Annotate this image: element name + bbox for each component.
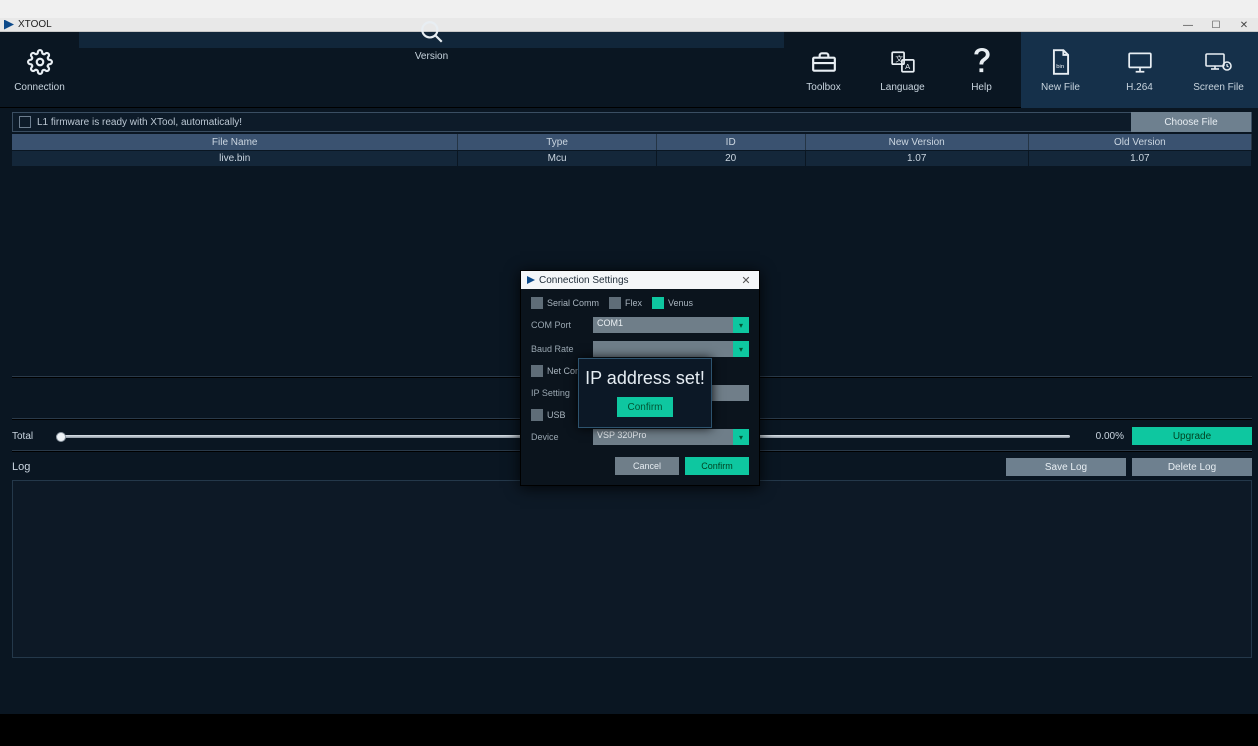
dialog-confirm-button[interactable]: Confirm: [685, 457, 749, 475]
device-label: Device: [531, 432, 587, 442]
window-close-button[interactable]: ✕: [1230, 18, 1258, 32]
app-title: XTOOL: [18, 19, 52, 30]
app-logo-icon: [4, 20, 14, 30]
flex-checkbox[interactable]: Flex: [609, 297, 642, 309]
ip-set-message: IP address set!: [585, 367, 705, 389]
com-port-label: COM Port: [531, 320, 587, 330]
chevron-down-icon: ▾: [733, 317, 749, 333]
dialog-logo-icon: [527, 276, 535, 284]
device-select[interactable]: VSP 320Pro▾: [593, 429, 749, 445]
serial-comm-checkbox[interactable]: Serial Comm: [531, 297, 599, 309]
ip-set-confirm-button[interactable]: Confirm: [617, 397, 673, 417]
window-minimize-button[interactable]: —: [1174, 18, 1202, 32]
com-port-select[interactable]: COM1▾: [593, 317, 749, 333]
modal-overlay: Connection Settings ✕ Serial Comm Flex V…: [0, 32, 1258, 746]
window-title-bar: XTOOL: [0, 18, 1258, 32]
window-maximize-button[interactable]: ☐: [1202, 18, 1230, 32]
dialog-title-bar[interactable]: Connection Settings ✕: [521, 271, 759, 289]
chevron-down-icon: ▾: [733, 341, 749, 357]
baud-rate-select[interactable]: ▾: [593, 341, 749, 357]
usb-checkbox[interactable]: USB: [531, 409, 566, 421]
dialog-title: Connection Settings: [539, 275, 735, 286]
baud-rate-label: Baud Rate: [531, 344, 587, 354]
chevron-down-icon: ▾: [733, 429, 749, 445]
dialog-close-button[interactable]: ✕: [739, 273, 753, 287]
ip-set-popup: IP address set! Confirm: [578, 358, 712, 428]
venus-checkbox[interactable]: Venus: [652, 297, 693, 309]
dialog-cancel-button[interactable]: Cancel: [615, 457, 679, 475]
